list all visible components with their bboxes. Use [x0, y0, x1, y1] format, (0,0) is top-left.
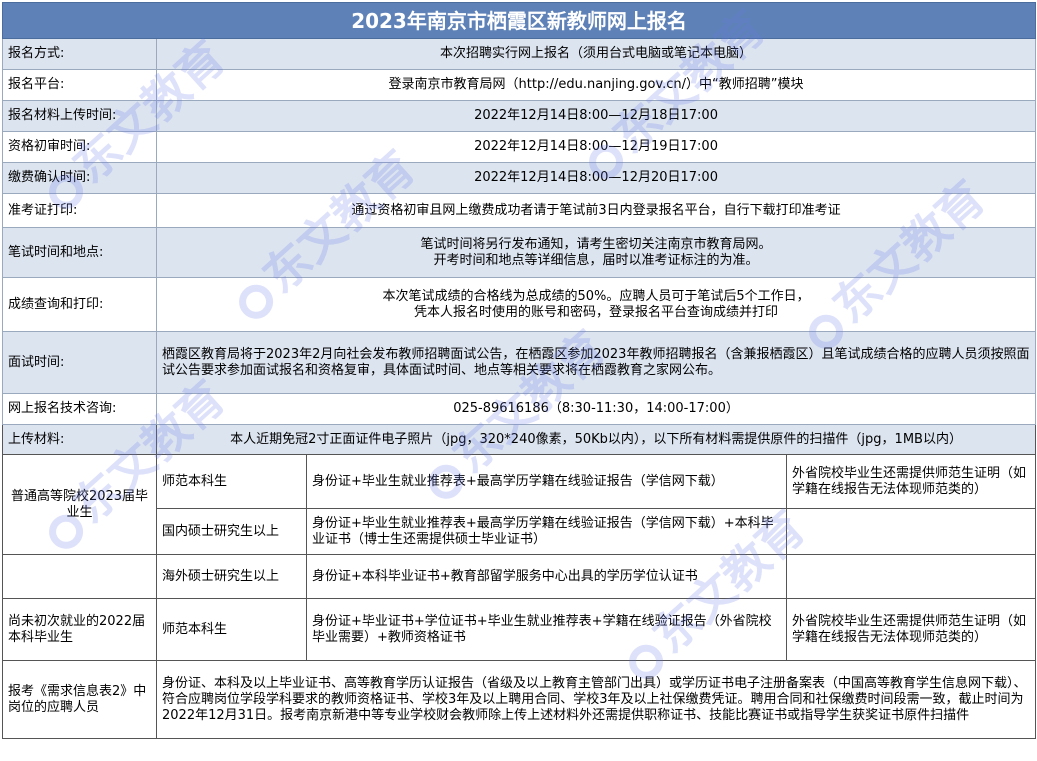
info-row: 准考证打印: 通过资格初审且网上缴费成功者请于笔试前3日内登录报名平台，自行下载… [2, 193, 1037, 228]
material-note [785, 508, 1037, 555]
row-value: 栖霞区教育局将于2023年2月向社会发布教师招聘面试公告，在栖霞区参加2023年… [155, 331, 1037, 394]
info-row: 网上报名技术咨询: 025-89616186（8:30-11:30，14:00-… [2, 393, 1037, 425]
material-list: 身份证+本科毕业证书+教育部留学服务中心出具的学历学位认证书 [306, 554, 787, 599]
row-value: 025-89616186（8:30-11:30，14:00-17:00） [155, 393, 1037, 425]
row-label: 报名材料上传时间: [2, 100, 157, 132]
info-row: 报名平台: 登录南京市教育局网（http://edu.nanjing.gov.c… [2, 69, 1037, 101]
material-row: 尚未初次就业的2022届本科毕业生 师范本科生 身份证+毕业证书+学位证书+毕业… [2, 598, 1037, 661]
row-label: 网上报名技术咨询: [2, 393, 157, 425]
value-line: 凭本人报名时使用的账号和密码，登录报名平台查询成绩并打印 [414, 304, 779, 320]
material-list: 身份证+毕业生就业推荐表+最高学历学籍在线验证报告（学信网下载）+本科毕业证书（… [306, 508, 787, 555]
material-note: 外省院校毕业生还需提供师范生证明（如学籍在线报告无法体现师范类的） [785, 454, 1037, 509]
info-row: 缴费确认时间: 2022年12月14日8:00—12月20日17:00 [2, 162, 1037, 194]
info-row: 成绩查询和打印: 本次笔试成绩的合格线为总成绩的50%。应聘人员可于笔试后5个工… [2, 277, 1037, 332]
material-row: 国内硕士研究生以上 身份证+毕业生就业推荐表+最高学历学籍在线验证报告（学信网下… [3, 508, 1037, 555]
row-value: 本次笔试成绩的合格线为总成绩的50%。应聘人员可于笔试后5个工作日， 凭本人报名… [155, 277, 1037, 332]
value-line: 开考时间和地点等详细信息，届时以准考证标注的为准。 [433, 252, 759, 268]
group-name: 尚未初次就业的2022届本科毕业生 [2, 598, 157, 661]
info-row: 笔试时间和地点: 笔试时间将另行发布通知，请考生密切关注南京市教育局网。 开考时… [2, 227, 1037, 278]
row-value: 2022年12月14日8:00—12月18日17:00 [155, 100, 1037, 132]
applicant-type: 师范本科生 [156, 454, 307, 509]
info-row: 报名材料上传时间: 2022年12月14日8:00—12月18日17:00 [2, 100, 1037, 132]
applicant-type: 师范本科生 [156, 598, 307, 661]
row-value: 2022年12月14日8:00—12月20日17:00 [155, 162, 1037, 194]
requirement-row: 报考《需求信息表2》中岗位的应聘人员 身份证、本科及以上毕业证书、高等教育学历认… [2, 660, 1037, 739]
material-list: 身份证+毕业生就业推荐表+最高学历学籍在线验证报告（学信网下载） [306, 454, 787, 509]
applicant-type: 海外硕士研究生以上 [156, 554, 307, 599]
value-line: 本次笔试成绩的合格线为总成绩的50%。应聘人员可于笔试后5个工作日， [382, 288, 810, 304]
upload-label: 上传材料: [2, 424, 157, 455]
row-value: 2022年12月14日8:00—12月19日17:00 [155, 131, 1037, 163]
row-value: 笔试时间将另行发布通知，请考生密切关注南京市教育局网。 开考时间和地点等详细信息… [155, 227, 1037, 278]
upload-row: 上传材料: 本人近期免冠2寸正面证件电子照片（jpg，320*240像素，50K… [2, 424, 1037, 455]
requirement-label: 报考《需求信息表2》中岗位的应聘人员 [2, 660, 157, 739]
applicant-type: 国内硕士研究生以上 [156, 508, 307, 555]
row-label: 资格初审时间: [2, 131, 157, 163]
group-name-empty [2, 554, 157, 599]
upload-value: 本人近期免冠2寸正面证件电子照片（jpg，320*240像素，50Kb以内），以… [155, 424, 1037, 455]
material-row: 普通高等院校2023届毕业生 师范本科生 身份证+毕业生就业推荐表+最高学历学籍… [2, 454, 1037, 555]
material-list: 身份证+毕业证书+学位证书+毕业生就业推荐表+学籍在线验证报告（外省院校毕业需要… [306, 598, 787, 661]
row-value: 本次招聘实行网上报名（须用台式电脑或笔记本电脑） [155, 38, 1037, 70]
row-label: 报名平台: [2, 69, 157, 101]
registration-table: 2023年南京市栖霞区新教师网上报名 报名方式: 本次招聘实行网上报名（须用台式… [1, 2, 1037, 739]
group-name: 普通高等院校2023届毕业生 [2, 454, 157, 555]
info-row: 资格初审时间: 2022年12月14日8:00—12月19日17:00 [2, 131, 1037, 163]
row-label: 缴费确认时间: [2, 162, 157, 194]
row-value: 登录南京市教育局网（http://edu.nanjing.gov.cn/）中“教… [155, 69, 1037, 101]
row-label: 成绩查询和打印: [2, 277, 157, 332]
info-row: 面试时间: 栖霞区教育局将于2023年2月向社会发布教师招聘面试公告，在栖霞区参… [2, 331, 1037, 394]
info-row: 报名方式: 本次招聘实行网上报名（须用台式电脑或笔记本电脑） [2, 38, 1037, 70]
row-label: 报名方式: [2, 38, 157, 70]
material-row: 海外硕士研究生以上 身份证+本科毕业证书+教育部留学服务中心出具的学历学位认证书 [2, 554, 1037, 599]
row-label: 准考证打印: [2, 193, 157, 228]
row-label: 面试时间: [2, 331, 157, 394]
row-label: 笔试时间和地点: [2, 227, 157, 278]
value-line: 笔试时间将另行发布通知，请考生密切关注南京市教育局网。 [420, 236, 772, 252]
row-value: 通过资格初审且网上缴费成功者请于笔试前3日内登录报名平台，自行下载打印准考证 [155, 193, 1037, 228]
material-note [785, 554, 1037, 599]
requirement-value: 身份证、本科及以上毕业证书、高等教育学历认证报告（省级及以上教育主管部门出具）或… [155, 660, 1037, 739]
material-note: 外省院校毕业生还需提供师范生证明（如学籍在线报告无法体现师范类的） [785, 598, 1037, 661]
page-title: 2023年南京市栖霞区新教师网上报名 [1, 2, 1037, 39]
